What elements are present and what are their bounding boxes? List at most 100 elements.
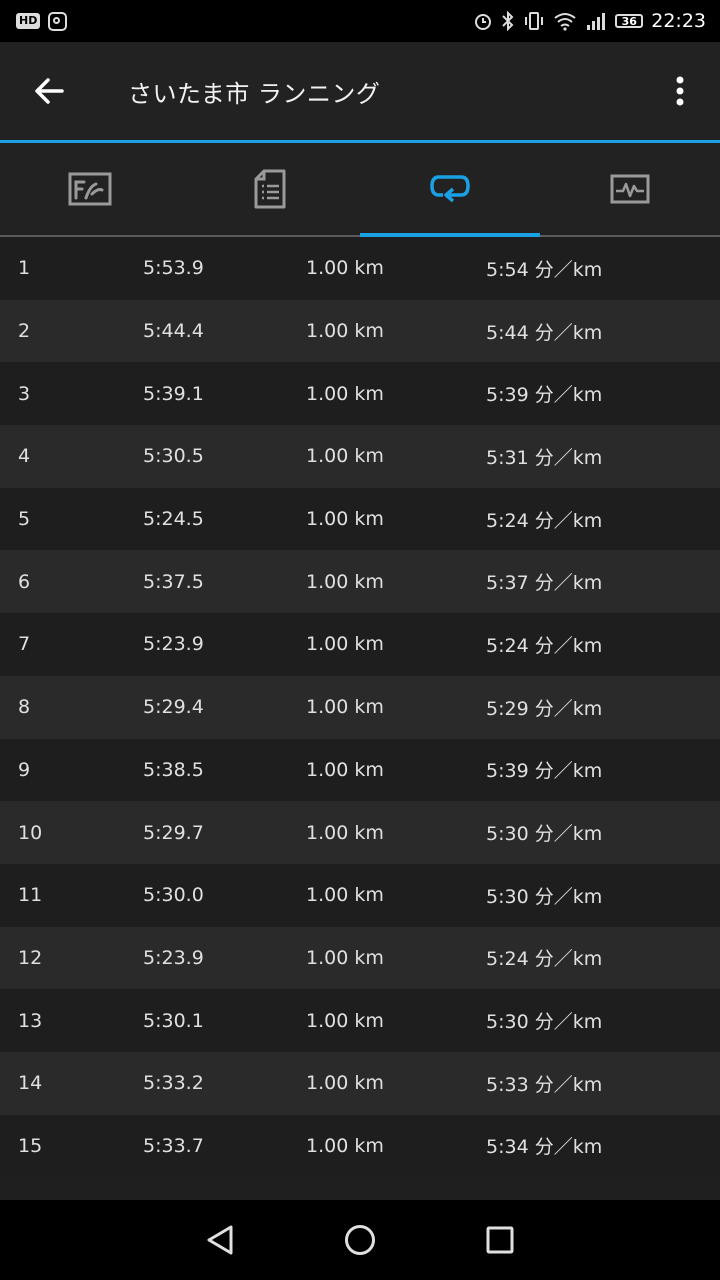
lap-number: 10	[18, 821, 43, 844]
nav-recents-button[interactable]	[430, 1200, 570, 1280]
table-row[interactable]: 14 5:33.2 1.00 km 5:33 分／km	[0, 1051, 720, 1115]
lap-time: 5:44.4	[143, 320, 204, 343]
lap-number: 8	[18, 696, 31, 719]
lap-time: 5:37.5	[143, 570, 204, 593]
lap-distance: 1.00 km	[306, 508, 384, 531]
lap-pace: 5:24 分／km	[486, 509, 603, 532]
lap-time: 5:24.5	[143, 508, 204, 531]
lap-distance: 1.00 km	[306, 257, 384, 280]
table-row[interactable]: 11 5:30.0 1.00 km 5:30 分／km	[0, 863, 720, 927]
table-row[interactable]: 2 5:44.4 1.00 km 5:44 分／km	[0, 299, 720, 363]
tab-laps[interactable]	[360, 143, 540, 237]
status-bar-left: HD	[16, 11, 68, 31]
table-row[interactable]: 8 5:29.4 1.00 km 5:29 分／km	[0, 675, 720, 739]
lap-pace: 5:33 分／km	[486, 1073, 603, 1096]
lap-distance: 1.00 km	[306, 633, 384, 656]
system-navigation-bar	[0, 1200, 720, 1280]
lap-pace: 5:37 分／km	[486, 572, 603, 595]
status-bar-right: 36 22:23	[473, 10, 706, 32]
laps-table[interactable]: 1 5:53.9 1.00 km 5:54 分／km 2 5:44.4 1.00 km 5:4…	[0, 237, 720, 1200]
lap-time: 5:23.9	[143, 633, 204, 656]
table-row[interactable]: 1 5:53.9 1.00 km 5:54 分／km	[0, 237, 720, 300]
lap-time: 5:29.7	[143, 821, 204, 844]
lap-distance: 1.00 km	[306, 758, 384, 781]
status-bar: HD 36 22:23	[0, 0, 720, 42]
lap-pace: 5:39 分／km	[486, 760, 603, 783]
laps-table-body: 1 5:53.9 1.00 km 5:54 分／km 2 5:44.4 1.00 km 5:4…	[0, 237, 720, 1178]
vibrate-icon	[525, 12, 544, 30]
summary-chart-icon	[68, 172, 112, 206]
table-row[interactable]: 9 5:38.5 1.00 km 5:39 分／km	[0, 738, 720, 802]
table-row[interactable]: 7 5:23.9 1.00 km 5:24 分／km	[0, 613, 720, 676]
table-row[interactable]: 10 5:29.7 1.00 km 5:30 分／km	[0, 801, 720, 864]
activity-graph-icon	[610, 174, 650, 204]
lap-number: 11	[18, 884, 43, 907]
more-vertical-icon	[676, 76, 684, 106]
toolbar: さいたま市 ランニング	[0, 42, 720, 140]
lap-distance: 1.00 km	[306, 1072, 384, 1095]
lap-number: 9	[18, 758, 31, 781]
circle-home-icon	[345, 1225, 375, 1255]
lap-number: 2	[18, 320, 31, 343]
lap-pace: 5:24 分／km	[486, 948, 603, 971]
table-row[interactable]: 5 5:24.5 1.00 km 5:24 分／km	[0, 487, 720, 551]
tab-bar	[0, 143, 720, 237]
lap-number: 7	[18, 633, 31, 656]
nav-home-button[interactable]	[290, 1200, 430, 1280]
table-row[interactable]: 6 5:37.5 1.00 km 5:37 分／km	[0, 550, 720, 614]
table-row[interactable]: 13 5:30.1 1.00 km 5:30 分／km	[0, 989, 720, 1052]
nav-back-button[interactable]	[150, 1200, 290, 1280]
tab-details[interactable]	[180, 143, 360, 237]
lap-distance: 1.00 km	[306, 320, 384, 343]
lap-pace: 5:31 分／km	[486, 446, 603, 469]
lap-number: 4	[18, 445, 31, 468]
table-row[interactable]: 3 5:39.1 1.00 km 5:39 分／km	[0, 362, 720, 426]
lap-distance: 1.00 km	[306, 1134, 384, 1157]
lap-pace: 5:30 分／km	[486, 885, 603, 908]
lap-time: 5:39.1	[143, 382, 204, 405]
lap-number: 5	[18, 508, 31, 531]
lap-distance: 1.00 km	[306, 946, 384, 969]
hd-badge: HD	[16, 13, 41, 29]
lap-time: 5:30.5	[143, 445, 204, 468]
lap-number: 1	[18, 257, 31, 280]
lap-time: 5:30.1	[143, 1009, 204, 1032]
table-row[interactable]: 4 5:30.5 1.00 km 5:31 分／km	[0, 425, 720, 488]
lap-distance: 1.00 km	[306, 382, 384, 405]
lap-distance: 1.00 km	[306, 1009, 384, 1032]
lap-pace: 5:30 分／km	[486, 1011, 603, 1034]
lap-pace: 5:54 分／km	[486, 258, 603, 281]
square-recents-icon	[486, 1226, 514, 1254]
table-row[interactable]: 15 5:33.7 1.00 km 5:34 分／km	[0, 1114, 720, 1178]
lap-number: 13	[18, 1009, 43, 1032]
lap-time: 5:30.0	[143, 884, 204, 907]
page-title: さいたま市 ランニング	[128, 79, 381, 108]
lap-pace: 5:44 分／km	[486, 321, 603, 344]
lap-distance: 1.00 km	[306, 884, 384, 907]
lap-distance: 1.00 km	[306, 821, 384, 844]
app-screen: HD 36 22:23 さいたま市 ランニング 1 5:53.9 1.00 km…	[0, 0, 720, 1280]
back-button[interactable]	[0, 42, 98, 140]
wifi-icon	[554, 13, 576, 31]
tab-summary[interactable]	[0, 143, 180, 237]
arrow-left-icon	[35, 78, 64, 104]
lap-pace: 5:34 分／km	[486, 1136, 603, 1159]
laps-loop-icon	[430, 175, 470, 203]
lap-distance: 1.00 km	[306, 570, 384, 593]
lap-time: 5:33.2	[143, 1072, 204, 1095]
lap-number: 3	[18, 382, 31, 405]
table-row[interactable]: 12 5:23.9 1.00 km 5:24 分／km	[0, 926, 720, 990]
battery-indicator: 36	[615, 14, 644, 28]
lap-distance: 1.00 km	[306, 445, 384, 468]
lap-distance: 1.00 km	[306, 696, 384, 719]
lap-time: 5:33.7	[143, 1134, 204, 1157]
overflow-menu-button[interactable]	[640, 42, 720, 140]
instagram-icon	[48, 11, 68, 31]
lap-pace: 5:39 分／km	[486, 384, 603, 407]
lap-number: 6	[18, 570, 31, 593]
details-document-icon	[254, 169, 286, 209]
lap-pace: 5:29 分／km	[486, 697, 603, 720]
signal-icon	[587, 13, 606, 30]
clock: 22:23	[651, 10, 706, 32]
tab-activity-graph[interactable]	[540, 143, 720, 237]
